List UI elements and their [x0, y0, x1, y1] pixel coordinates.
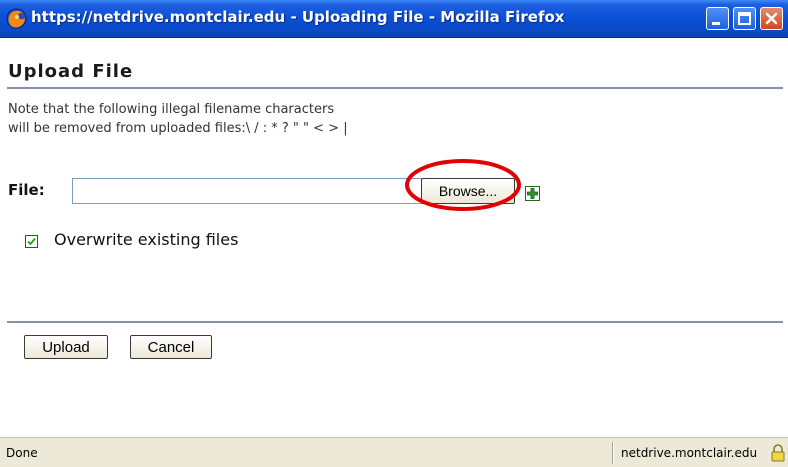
status-separator	[612, 442, 614, 464]
lock-icon[interactable]	[770, 444, 786, 462]
upload-button[interactable]: Upload	[24, 335, 108, 359]
overwrite-label[interactable]: Overwrite existing files	[54, 230, 238, 249]
maximize-button[interactable]	[733, 7, 756, 30]
actions-divider	[7, 321, 783, 323]
window-title: https://netdrive.montclair.edu - Uploadi…	[31, 8, 565, 26]
illegal-characters-note: Note that the following illegal filename…	[8, 100, 568, 138]
plus-icon[interactable]	[525, 186, 540, 201]
firefox-icon	[6, 8, 27, 29]
checkmark-icon	[27, 237, 36, 246]
page-title: Upload File	[8, 61, 134, 82]
close-icon	[765, 12, 778, 25]
maximize-icon	[738, 12, 751, 25]
heading-divider	[7, 87, 783, 89]
minimize-icon	[712, 22, 720, 25]
browse-button[interactable]: Browse...	[421, 178, 515, 204]
status-bar: Done netdrive.montclair.edu	[0, 437, 788, 467]
cancel-button[interactable]: Cancel	[130, 335, 212, 359]
overwrite-checkbox[interactable]	[25, 235, 38, 248]
note-line-1: Note that the following illegal filename…	[8, 102, 335, 117]
status-host: netdrive.montclair.edu	[621, 446, 758, 460]
close-button[interactable]	[760, 7, 783, 30]
status-text: Done	[6, 446, 38, 460]
window-titlebar[interactable]: https://netdrive.montclair.edu - Uploadi…	[0, 0, 788, 38]
file-path-input[interactable]	[72, 178, 422, 204]
file-label: File:	[8, 181, 45, 199]
note-line-2: will be removed from uploaded files:\ / …	[8, 121, 348, 136]
minimize-button[interactable]	[706, 7, 729, 30]
